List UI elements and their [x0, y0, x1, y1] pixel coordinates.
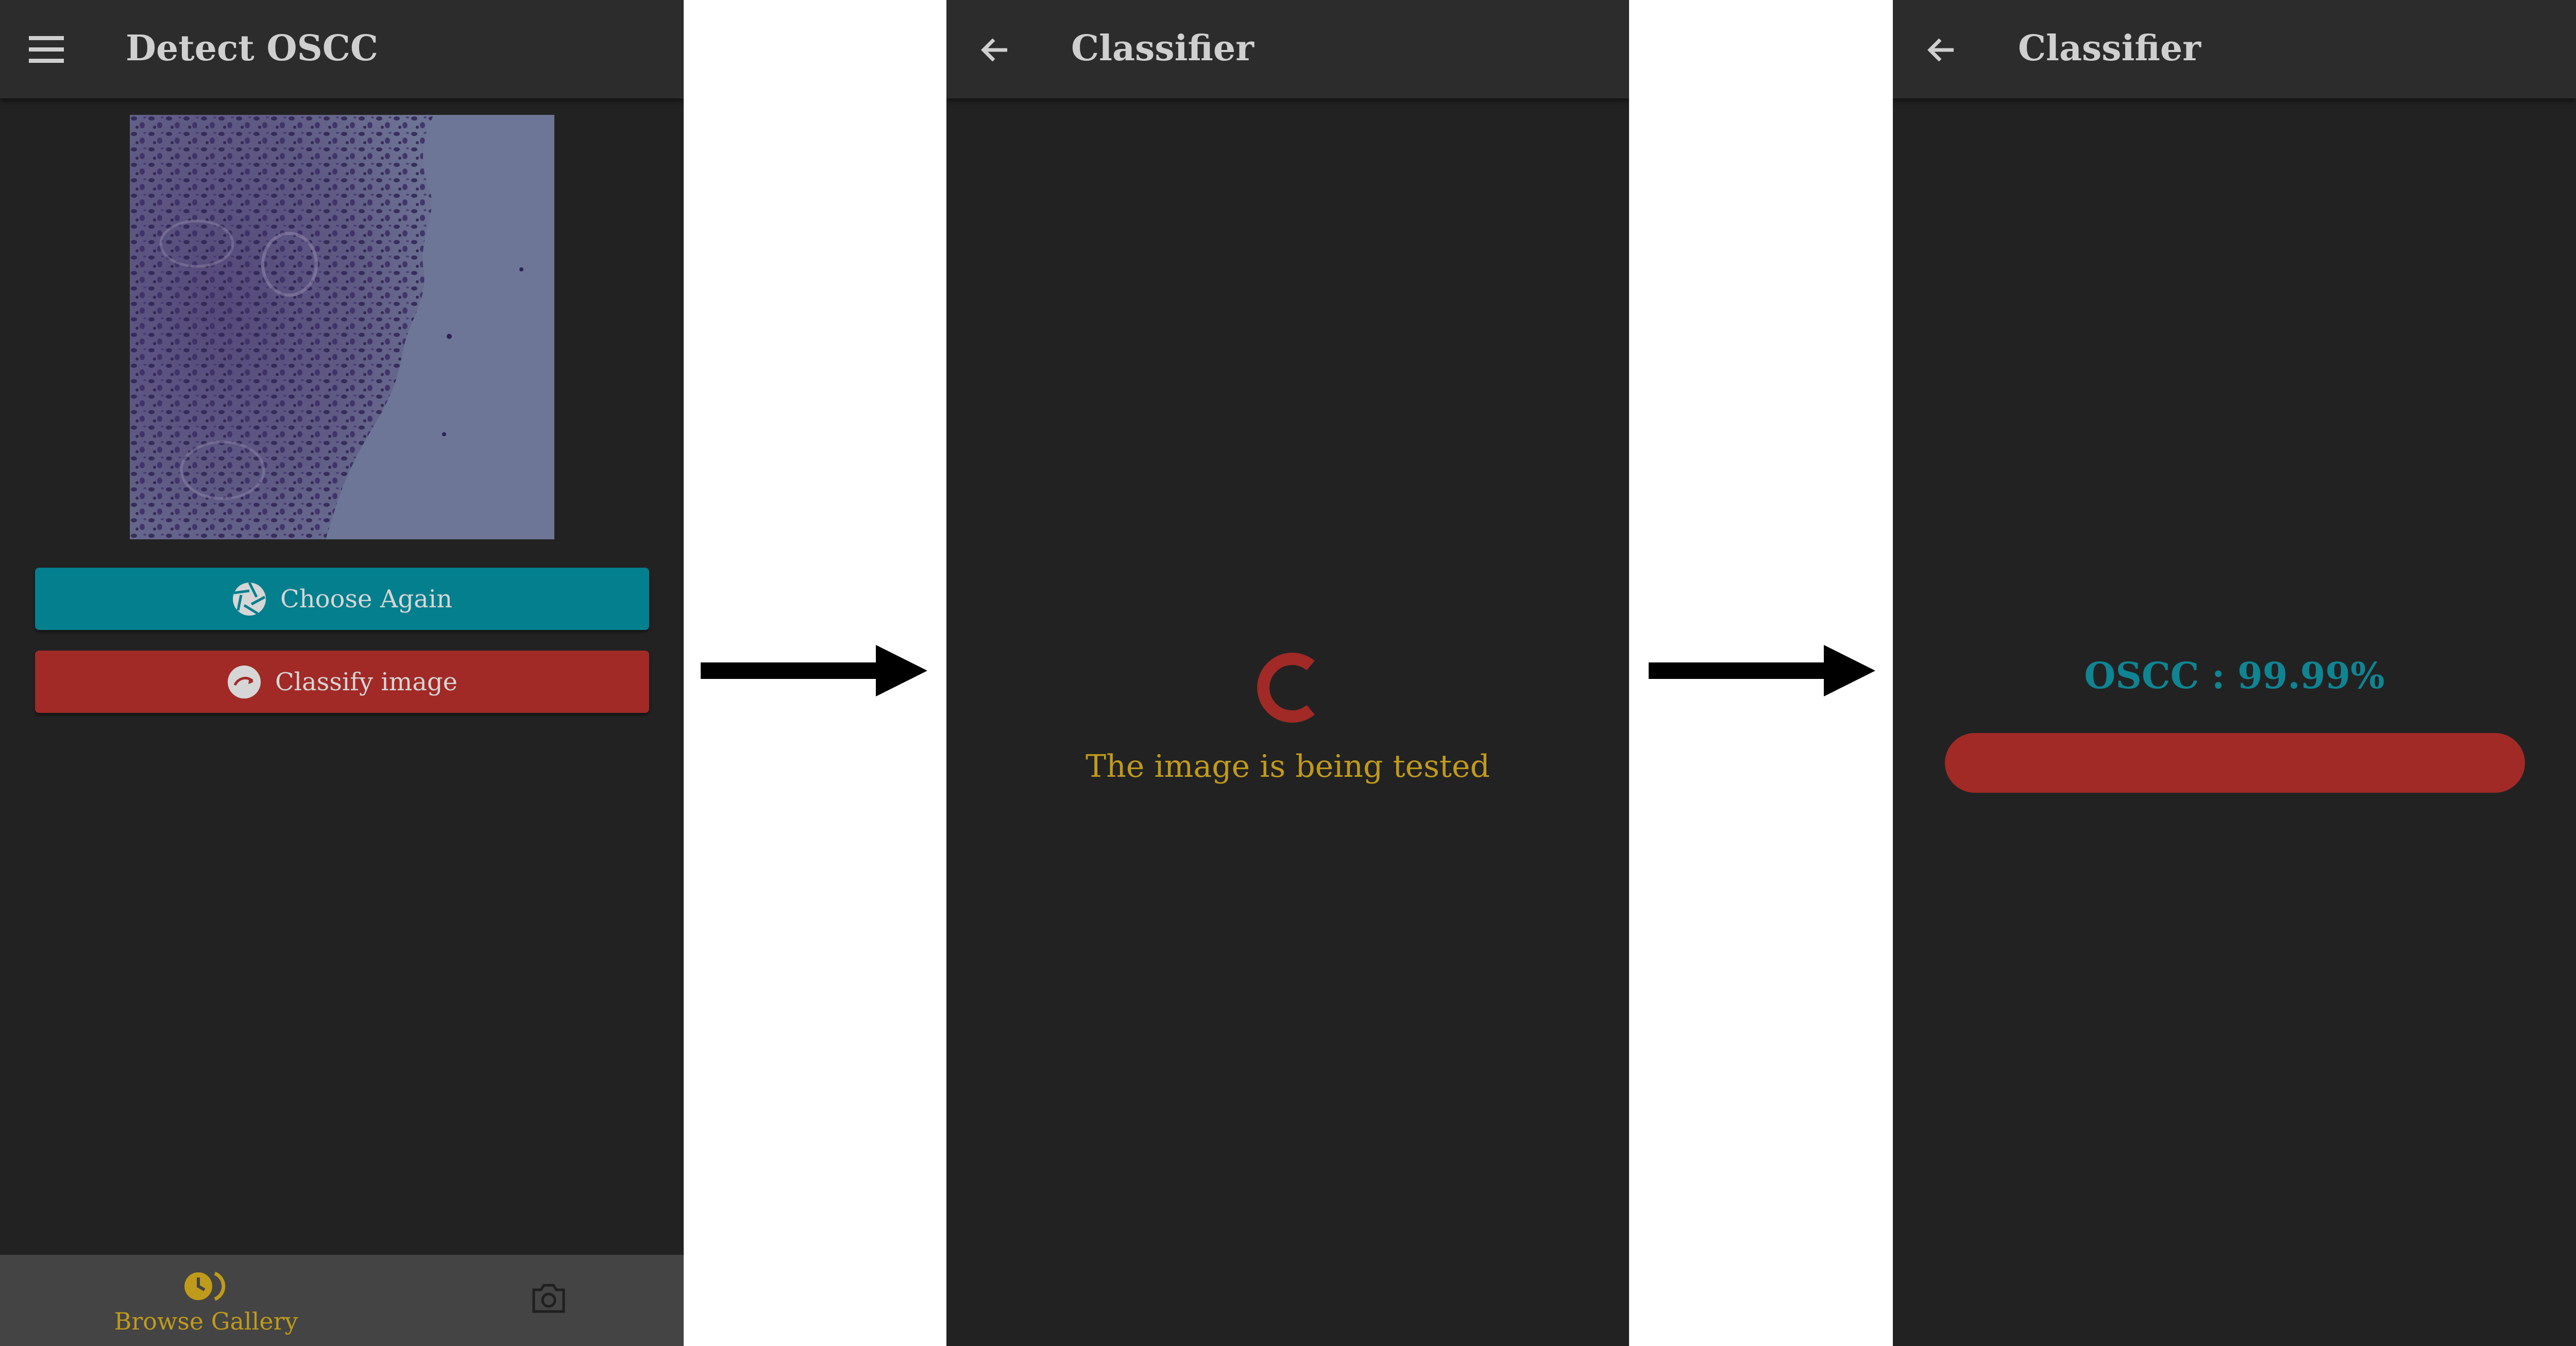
confidence-bar — [1945, 733, 2525, 793]
loading-message: The image is being tested — [1086, 748, 1490, 785]
page-title: Classifier — [2018, 28, 2201, 69]
page-title: Detect OSCC — [126, 28, 378, 69]
loading-spinner-icon — [1257, 653, 1315, 723]
aperture-icon — [232, 582, 266, 616]
classify-image-button[interactable]: Classify image — [35, 651, 649, 713]
choose-again-label: Choose Again — [280, 584, 452, 614]
right-arrow-icon — [701, 645, 927, 696]
classification-result: OSCC : 99.99% — [2084, 654, 2385, 697]
histology-image — [130, 115, 554, 539]
nav-browse-gallery[interactable]: Browse Gallery — [72, 1255, 340, 1346]
choose-again-button[interactable]: Choose Again — [35, 568, 649, 630]
classify-icon — [227, 665, 261, 698]
confidence-bar-fill — [1945, 733, 2525, 793]
right-arrow-icon — [1649, 645, 1875, 696]
app-bar: Classifier — [1893, 0, 2576, 98]
classify-image-label: Classify image — [275, 667, 458, 696]
menu-icon[interactable] — [29, 36, 64, 63]
nav-browse-gallery-label: Browse Gallery — [114, 1307, 298, 1335]
back-arrow-icon[interactable] — [1925, 33, 1958, 66]
app-bar: Classifier — [946, 0, 1629, 98]
detect-screen: Detect OSCC Choose Again Classify image … — [0, 0, 684, 1346]
page-title: Classifier — [1071, 28, 1254, 69]
gallery-icon — [184, 1271, 226, 1301]
camera-icon — [532, 1284, 565, 1313]
app-bar: Detect OSCC — [0, 0, 684, 98]
back-arrow-icon[interactable] — [978, 33, 1011, 66]
nav-camera[interactable] — [505, 1255, 598, 1346]
bottom-navigation: Browse Gallery — [0, 1255, 684, 1346]
